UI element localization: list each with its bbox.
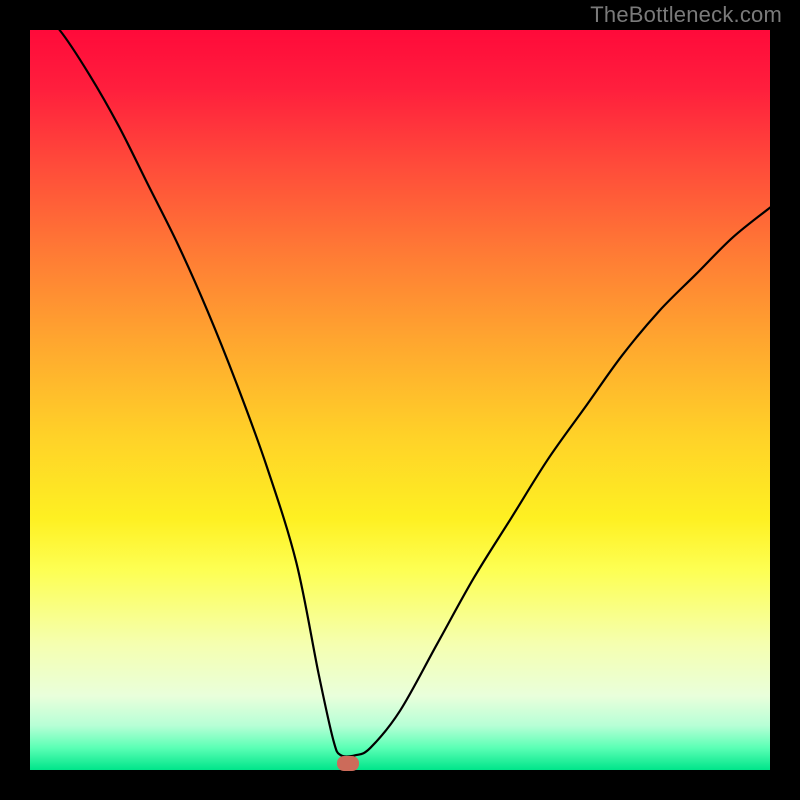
optimal-point-marker bbox=[337, 756, 359, 771]
chart-container: TheBottleneck.com bbox=[0, 0, 800, 800]
watermark-text: TheBottleneck.com bbox=[590, 2, 782, 28]
bottleneck-curve bbox=[30, 30, 770, 770]
